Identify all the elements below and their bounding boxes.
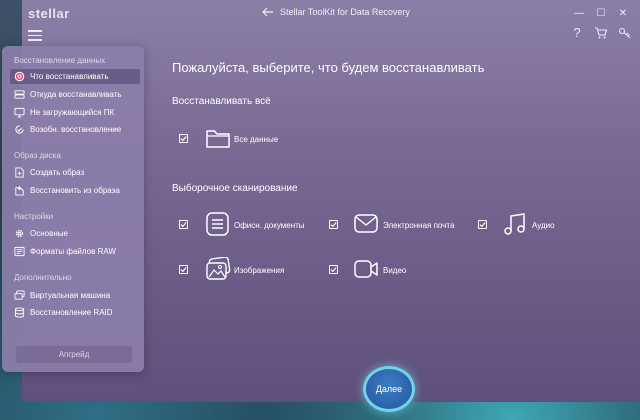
cart-icon[interactable] — [594, 26, 608, 40]
audio-checkbox[interactable] — [478, 220, 487, 229]
email-label: Электронная почта — [383, 221, 455, 230]
sidebar-item-general[interactable]: Основные — [10, 226, 140, 241]
sidebar-item-label: Восстановить из образа — [30, 186, 120, 195]
folder-icon — [206, 130, 230, 148]
sidebar-item-resume-recovery[interactable]: Возобн. восстановление — [10, 122, 140, 137]
sidebar-item-raw-formats[interactable]: Форматы файлов RAW — [10, 244, 140, 259]
check-icon — [180, 136, 187, 142]
sidebar-item-label: Что восстанавливать — [30, 72, 109, 81]
section-title-settings: Настройки — [14, 212, 54, 221]
check-icon — [330, 222, 337, 228]
office-documents-label: Офисн. документы — [234, 221, 305, 230]
sidebar-item-label: Форматы файлов RAW — [30, 247, 116, 256]
toolbar: ? — [22, 26, 640, 48]
window-title-group: Stellar ToolKit for Data Recovery — [262, 7, 410, 17]
sidebar: Восстановление данных Что восстанавливат… — [2, 46, 144, 372]
sidebar-item-label: Не загружающийся ПК — [30, 108, 115, 117]
images-checkbox[interactable] — [179, 265, 188, 274]
drive-icon — [14, 90, 25, 99]
video-checkbox[interactable] — [329, 265, 338, 274]
target-icon — [14, 71, 25, 82]
key-icon[interactable] — [618, 26, 632, 40]
sidebar-item-restore-from-image[interactable]: Восстановить из образа — [10, 183, 140, 198]
email-icon — [354, 214, 378, 233]
sidebar-item-label: Создать образ — [30, 168, 85, 177]
sidebar-item-what-to-recover[interactable]: Что восстанавливать — [10, 69, 140, 84]
check-icon — [180, 267, 187, 273]
page-title: Пожалуйста, выберите, что будем восстана… — [172, 60, 485, 75]
restore-image-icon — [15, 185, 24, 196]
section-title-additional: Дополнительно — [14, 273, 72, 282]
monitor-icon — [14, 107, 25, 118]
title-bar: stellar Stellar ToolKit for Data Recover… — [22, 0, 640, 26]
sidebar-item-label: Восстановление RAID — [30, 308, 113, 317]
hamburger-menu-icon[interactable] — [28, 27, 42, 41]
office-documents-checkbox[interactable] — [179, 220, 188, 229]
sidebar-item-raid-recovery[interactable]: Восстановление RAID — [10, 305, 140, 320]
music-icon — [504, 213, 525, 235]
selective-scan-heading: Выборочное сканирование — [172, 183, 298, 194]
brand-logo: stellar — [28, 6, 70, 21]
image-icon — [206, 257, 231, 280]
minimize-button[interactable]: — — [568, 4, 590, 22]
upgrade-button[interactable]: Апгрейд — [16, 346, 132, 363]
check-icon — [330, 267, 337, 273]
images-label: Изображения — [234, 266, 285, 275]
sidebar-item-label: Основные — [30, 229, 68, 238]
email-checkbox[interactable] — [329, 220, 338, 229]
close-button[interactable]: ✕ — [612, 4, 634, 22]
audio-label: Аудио — [532, 221, 555, 230]
next-button[interactable]: Далее — [363, 366, 415, 412]
create-image-icon — [15, 167, 24, 178]
window-title: Stellar ToolKit for Data Recovery — [280, 7, 410, 17]
section-title-disk-image: Образ диска — [14, 151, 61, 160]
sidebar-item-label: Откуда восстанавливать — [30, 90, 122, 99]
check-icon — [479, 222, 486, 228]
section-title-data-recovery: Восстановление данных — [14, 56, 106, 65]
sidebar-item-create-image[interactable]: Создать образ — [10, 165, 140, 180]
toolbar-icons: ? — [570, 26, 632, 40]
check-icon — [180, 222, 187, 228]
raid-icon — [14, 307, 25, 318]
restore-all-heading: Восстанавливать всё — [172, 96, 271, 107]
sidebar-item-label: Возобн. восстановление — [30, 125, 122, 134]
sidebar-item-where-to-recover[interactable]: Откуда восстанавливать — [10, 87, 140, 102]
sidebar-item-label: Виртуальная машина — [30, 291, 111, 300]
all-data-label: Все данные — [234, 135, 279, 144]
sidebar-item-unbootable-pc[interactable]: Не загружающийся ПК — [10, 105, 140, 120]
document-icon — [206, 212, 229, 236]
video-icon — [354, 260, 378, 278]
help-icon[interactable]: ? — [570, 26, 584, 40]
window-controls: — ☐ ✕ — [568, 4, 634, 22]
sidebar-item-virtual-machine[interactable]: Виртуальная машина — [10, 288, 140, 303]
resume-icon — [15, 125, 24, 134]
back-arrow-icon[interactable] — [262, 7, 274, 17]
raw-formats-icon — [14, 246, 25, 257]
virtual-machine-icon — [14, 290, 25, 300]
all-data-checkbox[interactable] — [179, 134, 188, 143]
video-label: Видео — [383, 266, 407, 275]
gear-icon — [15, 229, 24, 238]
maximize-button[interactable]: ☐ — [590, 4, 612, 22]
